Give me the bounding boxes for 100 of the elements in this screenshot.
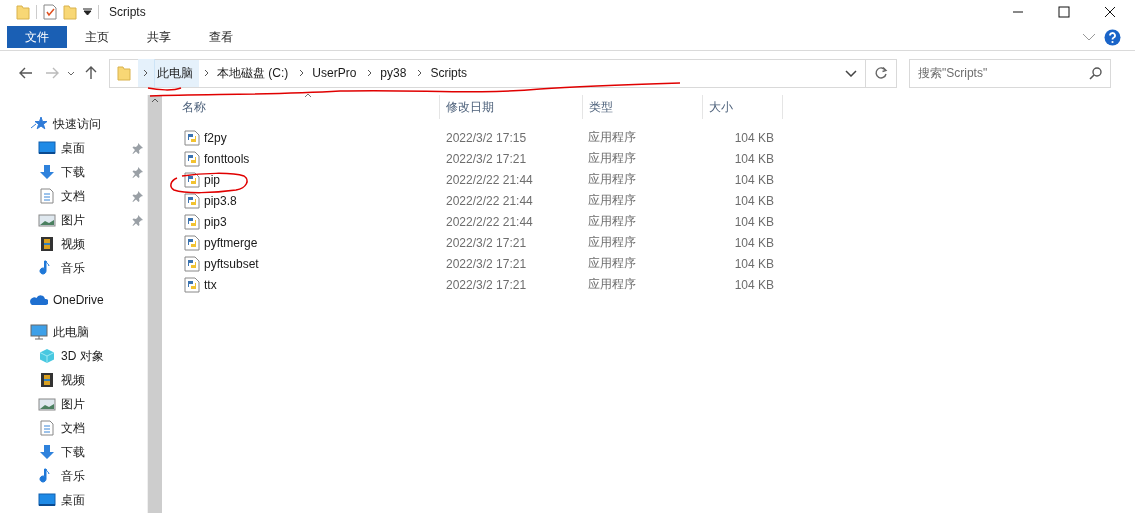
scrollbar[interactable] (147, 95, 162, 513)
close-icon[interactable] (1104, 6, 1116, 18)
sidebar-item[interactable]: 图片 (0, 208, 148, 232)
pictures-icon (38, 212, 56, 228)
file-name[interactable]: pip3.8 (204, 193, 237, 208)
sidebar-item[interactable]: 下载 (0, 440, 148, 464)
table-cell-text: 应用程序 (587, 213, 637, 230)
address-bar[interactable]: 此电脑 本地磁盘 (C:) UserPro py38 Scripts (109, 58, 866, 88)
sidebar-item[interactable]: 3D 对象 (0, 344, 148, 368)
document-icon (38, 420, 56, 436)
refresh-button[interactable] (866, 58, 897, 88)
pin-icon[interactable] (132, 142, 144, 154)
table-cell-text: 2022/3/2 17:15 (445, 130, 528, 145)
table-cell-text: 应用程序 (587, 276, 637, 293)
ribbon-tab[interactable]: 共享 (133, 26, 185, 48)
search-field[interactable]: 搜索"Scripts" (909, 58, 1111, 88)
chevron-down-icon[interactable] (67, 70, 75, 76)
search-icon[interactable] (1089, 66, 1102, 80)
table-cell-text: 104 KB (733, 256, 775, 271)
ribbon-tab[interactable]: 主页 (71, 26, 123, 48)
table-cell-text: 2022/3/2 17:21 (445, 235, 528, 250)
checklist-icon[interactable] (43, 4, 57, 20)
folder-icon[interactable] (63, 4, 77, 20)
folder-icon (117, 65, 131, 81)
table-cell-text: 应用程序 (587, 234, 637, 251)
table-cell-text: 应用程序 (587, 129, 637, 146)
table-cell-text: 2022/3/2 17:21 (445, 256, 528, 271)
sidebar-item[interactable]: 此电脑 (0, 320, 148, 344)
table-cell-text: 104 KB (733, 193, 775, 208)
file-name[interactable]: fonttools (204, 151, 250, 166)
dropdown-icon[interactable] (83, 8, 92, 16)
download-icon (38, 164, 56, 180)
folder-icon[interactable] (16, 4, 30, 20)
file-name[interactable]: f2py (204, 130, 227, 145)
breadcrumb-item[interactable]: Scripts (428, 59, 474, 87)
pin-icon[interactable] (132, 190, 144, 202)
help-icon[interactable] (1104, 28, 1121, 46)
file-name[interactable]: pip (204, 172, 220, 187)
table-cell-text: 2022/3/2 17:21 (445, 151, 528, 166)
sidebar-item[interactable]: 图片 (0, 392, 148, 416)
file-name[interactable]: pyftsubset (204, 256, 259, 271)
sidebar-item[interactable]: 桌面 (0, 488, 148, 512)
sidebar-item[interactable]: 文档 (0, 184, 148, 208)
ribbon-tab[interactable]: 查看 (195, 26, 247, 48)
sidebar-item[interactable]: 视频 (0, 368, 148, 392)
video-icon (38, 236, 56, 252)
ribbon-tab[interactable]: 文件 (7, 26, 67, 48)
up-arrow-icon[interactable] (85, 66, 97, 80)
breadcrumb-item[interactable]: 此电脑 (155, 59, 199, 87)
breadcrumb-item[interactable]: UserPro (310, 59, 363, 87)
sidebar-item[interactable]: 下载 (0, 160, 148, 184)
desktop-icon (38, 492, 56, 508)
sidebar-item[interactable]: 文档 (0, 416, 148, 440)
python-file-icon (184, 192, 200, 209)
video-icon (38, 372, 56, 388)
table-cell-text: 应用程序 (587, 150, 637, 167)
sidebar-item[interactable]: OneDrive (0, 288, 148, 312)
pin-icon[interactable] (132, 214, 144, 226)
sidebar-item[interactable]: 音乐 (0, 464, 148, 488)
table-cell-text: 104 KB (733, 277, 775, 292)
file-name[interactable]: pip3 (204, 214, 227, 229)
python-file-icon (184, 150, 200, 167)
python-file-icon (184, 276, 200, 293)
sidebar-item[interactable]: 视频 (0, 232, 148, 256)
cloud-icon (30, 292, 48, 308)
table-cell-text: 2022/3/2 17:21 (445, 277, 528, 292)
table-cell-text: 应用程序 (587, 192, 637, 209)
pin-icon[interactable] (132, 166, 144, 178)
sort-caret-icon (304, 93, 312, 98)
breadcrumb-item[interactable]: py38 (378, 59, 413, 87)
scroll-up-icon[interactable] (151, 98, 160, 103)
window-title: Scripts (109, 5, 146, 19)
pc-icon (30, 324, 48, 340)
python-file-icon (184, 213, 200, 230)
python-file-icon (184, 255, 200, 272)
download-icon (38, 444, 56, 460)
file-name[interactable]: ttx (204, 277, 217, 292)
column-header[interactable]: 大小 (703, 95, 783, 119)
chevron-down-icon[interactable] (845, 69, 857, 77)
back-arrow-icon[interactable] (19, 67, 33, 79)
column-header[interactable]: 名称 (176, 95, 440, 119)
pictures-icon (38, 396, 56, 412)
file-name[interactable]: pyftmerge (204, 235, 258, 250)
sidebar-item[interactable]: 快速访问 (0, 112, 148, 136)
table-cell-text: 应用程序 (587, 171, 637, 188)
table-cell-text: 应用程序 (587, 255, 637, 272)
table-cell-text: 2022/2/22 21:44 (445, 214, 534, 229)
sidebar-item[interactable]: 音乐 (0, 256, 148, 280)
cube-icon (38, 348, 56, 364)
column-header[interactable]: 类型 (583, 95, 703, 119)
refresh-icon[interactable] (874, 66, 888, 80)
table-cell-text: 104 KB (733, 151, 775, 166)
sidebar-item[interactable]: 桌面 (0, 136, 148, 160)
table-cell-text: 104 KB (733, 235, 775, 250)
table-cell-text: 104 KB (733, 172, 775, 187)
maximize-icon[interactable] (1058, 6, 1070, 18)
breadcrumb-item[interactable]: 本地磁盘 (C:) (215, 59, 295, 87)
forward-arrow-icon[interactable] (45, 67, 59, 79)
column-header[interactable]: 修改日期 (440, 95, 583, 119)
table-cell-text: 104 KB (733, 130, 775, 145)
